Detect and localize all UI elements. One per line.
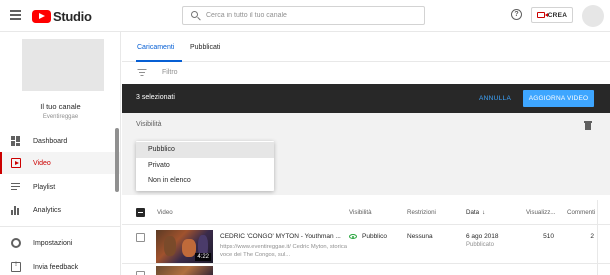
content-tabs: Caricamenti Pubblicati	[122, 32, 610, 62]
sidebar-scrollbar[interactable]	[115, 128, 119, 192]
comments-value: 2	[590, 233, 594, 240]
video-duration: 4:22	[195, 253, 211, 261]
video-title[interactable]: CEDRIC 'CONGO' MYTON - Youthman ...	[220, 233, 356, 240]
dashboard-icon	[11, 136, 21, 146]
analytics-icon	[11, 205, 21, 215]
account-avatar[interactable]	[582, 5, 604, 27]
row-checkbox[interactable]	[136, 271, 145, 275]
logo-text: Studio	[53, 8, 92, 24]
table-row[interactable]: 4:22 CEDRIC 'CONGO' MYTON - Youthman ...…	[122, 226, 610, 264]
video-icon	[11, 158, 21, 168]
update-videos-button[interactable]: AGGIORNA VIDEO	[523, 90, 594, 107]
selection-count: 3 selezionati	[136, 94, 175, 101]
top-bar: Studio ? CREA	[0, 0, 610, 32]
video-thumbnail[interactable]	[156, 266, 213, 275]
search-input[interactable]	[206, 12, 406, 19]
help-icon[interactable]: ?	[511, 9, 522, 20]
playlist-icon	[11, 182, 21, 192]
search-icon	[191, 11, 200, 20]
sidebar-item-label: Invia feedback	[33, 263, 79, 271]
gear-icon	[11, 238, 21, 248]
sidebar-divider	[0, 226, 120, 227]
video-description: https://www.eventireggae.it/ Cedric Myto…	[220, 244, 347, 258]
sidebar-item-label: Video	[33, 159, 51, 167]
column-header-video: Video	[157, 209, 173, 216]
column-header-comments[interactable]: Commenti	[567, 209, 595, 216]
filter-bar[interactable]: Filtro	[122, 62, 610, 84]
visibility-option-public[interactable]: Pubblico	[136, 142, 274, 158]
column-header-visibility: Visibilità	[349, 209, 372, 216]
feedback-icon	[11, 262, 21, 272]
menu-icon[interactable]	[10, 10, 21, 20]
table-column-divider	[597, 200, 598, 275]
sidebar-item-playlist[interactable]: Playlist	[0, 176, 120, 198]
sidebar-item-settings[interactable]: Impostazioni	[0, 232, 120, 254]
studio-logo[interactable]: Studio	[32, 8, 92, 24]
create-button[interactable]: CREA	[531, 7, 573, 23]
date-value: 6 ago 2018	[466, 233, 499, 240]
youtube-logo-icon	[32, 9, 51, 23]
table-row[interactable]	[122, 264, 610, 275]
video-thumbnail[interactable]: 4:22	[156, 230, 213, 263]
search-box[interactable]	[182, 6, 425, 25]
tab-pubblicati[interactable]: Pubblicati	[190, 44, 220, 51]
sidebar-item-label: Dashboard	[33, 137, 68, 145]
column-header-date[interactable]: Data ↓	[466, 209, 485, 216]
visibility-dropdown[interactable]: Pubblico Privato Non in elenco	[136, 141, 274, 191]
sidebar: Il tuo canale Eventireggae Dashboard Vid…	[0, 32, 121, 275]
sidebar-item-label: Analytics	[33, 206, 62, 214]
tab-caricamenti[interactable]: Caricamenti	[137, 44, 174, 51]
sidebar-item-label: Impostazioni	[33, 239, 73, 247]
column-header-restrictions: Restrizioni	[407, 209, 436, 216]
eye-icon	[349, 234, 357, 239]
sidebar-item-label: Playlist	[33, 183, 56, 191]
trash-icon[interactable]	[584, 121, 592, 130]
select-all-checkbox[interactable]	[136, 208, 145, 217]
sidebar-item-video[interactable]: Video	[0, 152, 120, 174]
row-checkbox[interactable]	[136, 233, 145, 242]
visibility-option-unlisted[interactable]: Non in elenco	[136, 173, 274, 189]
channel-name: Il tuo canale	[40, 102, 81, 111]
restrictions-value: Nessuna	[407, 233, 433, 240]
sidebar-item-feedback[interactable]: Invia feedback	[0, 256, 120, 275]
visibility-field-label: Visibilità	[136, 121, 162, 128]
column-header-views[interactable]: Visualizz...	[526, 209, 555, 216]
table-header: Video Visibilità Restrizioni Data ↓ Visua…	[122, 200, 610, 225]
visibility-option-private[interactable]: Privato	[136, 158, 274, 174]
sort-down-icon: ↓	[482, 210, 486, 216]
cancel-button[interactable]: ANNULLA	[479, 95, 511, 102]
filter-input[interactable]: Filtro	[162, 69, 178, 76]
channel-avatar[interactable]	[22, 39, 104, 91]
views-value: 510	[543, 233, 554, 240]
create-label: CREA	[547, 11, 568, 19]
filter-icon[interactable]	[137, 69, 146, 77]
channel-handle: Eventireggae	[42, 114, 79, 120]
publish-status: Pubblicato	[466, 242, 495, 248]
camera-icon	[536, 12, 548, 18]
selection-bar: 3 selezionati ANNULLA AGGIORNA VIDEO	[122, 84, 610, 113]
visibility-value[interactable]: Pubblico	[362, 233, 387, 240]
column-header-date-label: Data	[466, 209, 480, 216]
sidebar-item-analytics[interactable]: Analytics	[0, 199, 120, 221]
sidebar-item-dashboard[interactable]: Dashboard	[0, 130, 120, 152]
